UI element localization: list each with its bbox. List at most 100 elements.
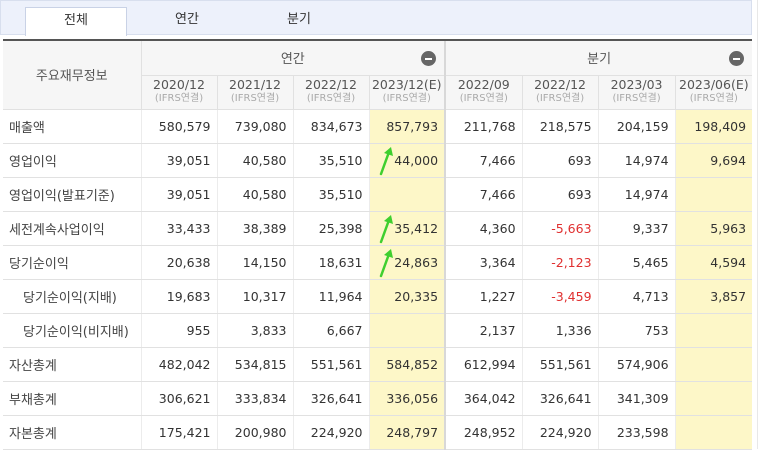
period-header: 2022/09 (IFRS연결): [444, 75, 523, 110]
value-cell: 233,598: [597, 415, 676, 450]
value-cell: 739,080: [216, 109, 293, 144]
value-cell: 5,963: [674, 211, 753, 246]
value-cell: 14,974: [597, 177, 676, 212]
value-cell: 248,952: [444, 415, 523, 450]
value-cell: 326,641: [521, 381, 599, 416]
collapse-quarter-icon[interactable]: [729, 51, 745, 66]
value-cell: 6,667: [292, 313, 369, 348]
value-cell: 584,852: [368, 347, 446, 382]
value-cell: 2,137: [444, 313, 523, 348]
value-cell: 11,964: [292, 279, 369, 314]
value-cell: 19,683: [140, 279, 217, 314]
value-cell: -3,459: [521, 279, 599, 314]
row-label[interactable]: 자본총계: [3, 415, 141, 450]
value-cell: 211,768: [444, 109, 523, 144]
row-label[interactable]: 세전계속사업이익: [3, 211, 141, 246]
value-cell: 200,980: [216, 415, 293, 450]
value-cell: [674, 177, 753, 212]
value-cell: 306,621: [140, 381, 217, 416]
value-cell: 14,150: [216, 245, 293, 280]
table-row: 자본총계 175,421 200,980 224,920 248,797 248,952 2…: [3, 415, 753, 450]
period-label: 2021/12: [229, 77, 281, 92]
value-cell: 333,834: [216, 381, 293, 416]
row-header: 주요재무정보: [3, 41, 141, 110]
value-cell: 551,561: [292, 347, 369, 382]
period-header: 2023/12(E) (IFRS연결): [368, 75, 446, 110]
period-basis: (IFRS연결): [382, 93, 431, 104]
scrollbar[interactable]: [757, 0, 773, 449]
period-label: 2020/12: [153, 77, 205, 92]
row-label[interactable]: 당기순이익(비지배): [3, 313, 141, 348]
period-basis: (IFRS연결): [306, 93, 356, 104]
value-cell: 1,227: [444, 279, 523, 314]
period-header: 2022/12 (IFRS연결): [521, 75, 599, 110]
value-cell: -5,663: [521, 211, 599, 246]
value-cell: [674, 415, 753, 450]
value-cell: 14,974: [597, 143, 676, 178]
period-label: 2023/12(E): [371, 77, 442, 92]
value-cell: 955: [140, 313, 217, 348]
value-cell: 20,638: [140, 245, 217, 280]
value-cell: 175,421: [140, 415, 217, 450]
period-basis: (IFRS연결): [535, 93, 585, 104]
period-basis: (IFRS연결): [689, 93, 738, 104]
tab-bar: 전체 연간 분기: [0, 0, 752, 36]
table-row: 당기순이익 20,638 14,150 18,631 24,863 3,364 -2,123…: [3, 245, 753, 280]
table-row: 영업이익 39,051 40,580 35,510 44,000 7,466 693 14,9…: [3, 143, 753, 178]
value-cell: 3,833: [216, 313, 293, 348]
period-header: 2023/03 (IFRS연결): [597, 75, 676, 110]
value-cell: 224,920: [292, 415, 369, 450]
value-cell: 7,466: [444, 143, 523, 178]
value-cell: -2,123: [521, 245, 599, 280]
value-cell: 5,465: [597, 245, 676, 280]
row-label[interactable]: 당기순이익(지배): [3, 279, 141, 314]
value-cell: [368, 177, 446, 212]
row-label[interactable]: 자산총계: [3, 347, 141, 382]
value-cell: 25,398: [292, 211, 369, 246]
value-cell: 40,580: [216, 143, 293, 178]
value-cell: 364,042: [444, 381, 523, 416]
collapse-annual-icon[interactable]: [421, 51, 437, 66]
table-row: 자산총계 482,042 534,815 551,561 584,852 612,994 5…: [3, 347, 753, 382]
table-row: 영업이익(발표기준) 39,051 40,580 35,510 7,466 693 14,9…: [3, 177, 753, 212]
value-cell: 198,409: [674, 109, 753, 144]
value-cell: 40,580: [216, 177, 293, 212]
row-label[interactable]: 영업이익: [3, 143, 141, 178]
value-cell: [674, 381, 753, 416]
value-cell: 10,317: [216, 279, 293, 314]
row-label[interactable]: 부채총계: [3, 381, 141, 416]
tab-quarter[interactable]: 분기: [249, 7, 349, 36]
value-cell: 18,631: [292, 245, 369, 280]
period-label: 2022/12: [305, 77, 357, 92]
period-basis: (IFRS연결): [612, 93, 661, 104]
value-cell: 38,389: [216, 211, 293, 246]
table-row: 부채총계 306,621 333,834 326,641 336,056 364,042 3…: [3, 381, 753, 416]
value-cell: 534,815: [216, 347, 293, 382]
period-header: 2020/12 (IFRS연결): [140, 75, 217, 110]
value-cell: 35,510: [292, 143, 369, 178]
estimate-value: 44,000: [394, 152, 439, 168]
value-cell: 33,433: [140, 211, 217, 246]
up-arrow-icon: [379, 214, 393, 243]
value-cell: 326,641: [292, 381, 369, 416]
value-cell: 44,000: [368, 143, 446, 178]
value-cell: 3,364: [444, 245, 523, 280]
value-cell: 857,793: [368, 109, 446, 144]
table-row: 세전계속사업이익 33,433 38,389 25,398 35,412 4,360 -5,…: [3, 211, 753, 246]
row-label[interactable]: 매출액: [3, 109, 141, 144]
annual-group-header: 연간: [140, 41, 446, 76]
value-cell: 4,594: [674, 245, 753, 280]
value-cell: 551,561: [521, 347, 599, 382]
value-cell: [674, 313, 753, 348]
tab-annual[interactable]: 연간: [137, 7, 237, 36]
row-label[interactable]: 영업이익(발표기준): [3, 177, 141, 212]
table-row: 당기순이익(비지배) 955 3,833 6,667 2,137 1,336 753: [3, 313, 753, 348]
value-cell: 4,713: [597, 279, 676, 314]
value-cell: 9,337: [597, 211, 676, 246]
value-cell: 7,466: [444, 177, 523, 212]
tab-all[interactable]: 전체: [25, 7, 127, 36]
period-label: 2023/03: [610, 77, 663, 92]
period-header: 2023/06(E) (IFRS연결): [674, 75, 753, 110]
row-label[interactable]: 당기순이익: [3, 245, 141, 280]
period-label: 2022/12: [534, 77, 587, 92]
